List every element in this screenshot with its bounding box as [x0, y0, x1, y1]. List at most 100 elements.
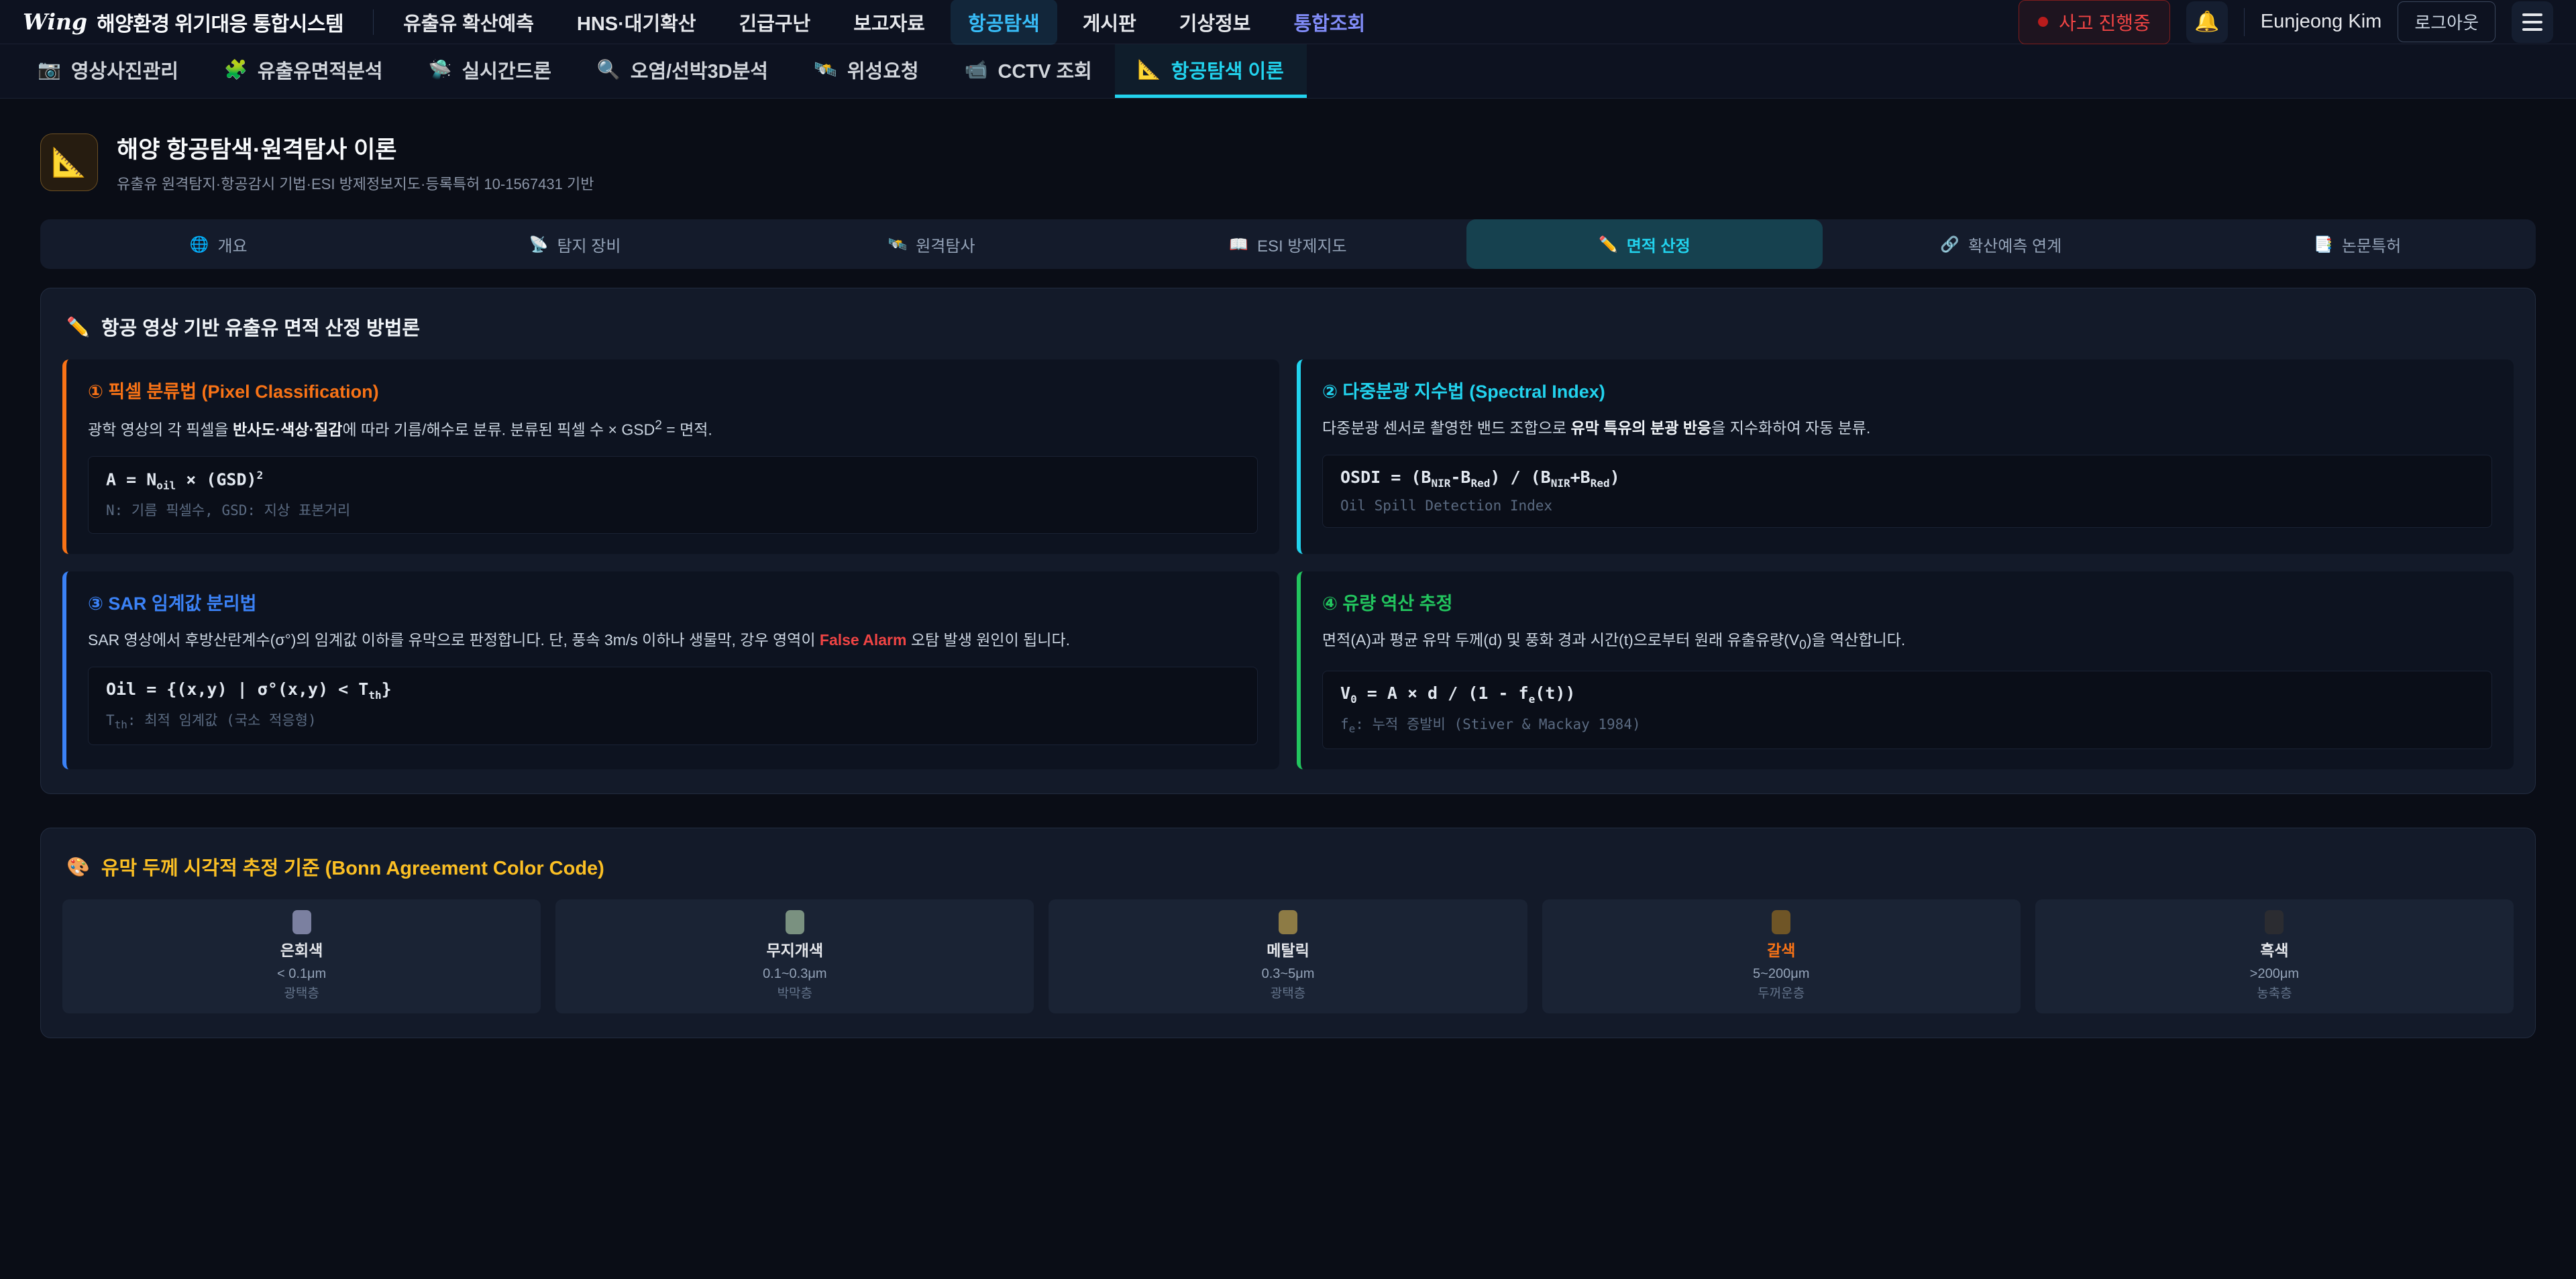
subtab-pollution-ship-3d[interactable]: 🔍 오염/선박3D분석: [574, 44, 791, 98]
swatch-name: 은회색: [70, 941, 533, 961]
formula-note: fe: 누적 증발비 (Stiver & Mackay 1984): [1340, 714, 2474, 735]
app-header: Wing 해양환경 위기대응 통합시스템 유출유 확산예측 HNS·대기확산 긴…: [0, 0, 2576, 44]
subtab-realtime-drone[interactable]: 🛸 실시간드론: [406, 44, 574, 98]
color-swatch: [1279, 910, 1297, 934]
tab-overview[interactable]: 🌐 개요: [40, 219, 396, 269]
method-description: 다중분광 센서로 촬영한 밴드 조합으로 유막 특유의 분광 반응을 지수화하여…: [1322, 416, 2492, 440]
app-title: 해양환경 위기대응 통합시스템: [97, 7, 343, 37]
menu-item-rescue[interactable]: 긴급구난: [722, 0, 828, 45]
swatch-name: 흑색: [2043, 941, 2506, 961]
swatch-name: 갈색: [1550, 941, 2012, 961]
antenna-icon: 📡: [529, 235, 549, 254]
page-title: 해양 항공탐색·원격탐사 이론: [117, 131, 594, 165]
globe-icon: 🌐: [190, 235, 209, 254]
color-swatch: [1772, 910, 1790, 934]
swatch-layer: 광택층: [70, 986, 533, 1003]
incident-status-badge[interactable]: 사고 진행중: [2019, 0, 2170, 44]
magnifier-icon: 🔍: [597, 58, 621, 80]
open-book-icon: 📖: [1229, 235, 1248, 254]
swatch-layer: 박막층: [564, 986, 1026, 1003]
menu-item-aerial-search[interactable]: 항공탐색: [951, 0, 1057, 45]
formula-box: OSDI = (BNIR-BRed) / (BNIR+BRed) Oil Spi…: [1322, 455, 2492, 528]
method-card-volume-inversion: ④ 유량 역산 추정 면적(A)과 평균 유막 두께(d) 및 풍화 경과 시간…: [1297, 571, 2514, 769]
subtab-oil-area-analysis[interactable]: 🧩 유출유면적분석: [201, 44, 406, 98]
satellite-icon: 🛰️: [814, 58, 837, 80]
incident-dot-icon: [2038, 17, 2048, 27]
menu-item-oil-spread[interactable]: 유출유 확산예측: [386, 0, 551, 45]
bonn-swatch-row: 은회색 < 0.1μm 광택층 무지개색 0.1~0.3μm 박막층 메탈릭 0…: [62, 899, 2514, 1013]
swatch-thickness: 5~200μm: [1550, 965, 2012, 983]
notification-button[interactable]: 🔔: [2186, 1, 2228, 43]
tab-esi-map[interactable]: 📖 ESI 방제지도: [1110, 219, 1466, 269]
subtab-aerial-search-theory[interactable]: 📐 항공탐색 이론: [1115, 44, 1307, 98]
bonn-section-header: 🎨 유막 두께 시각적 추정 기준 (Bonn Agreement Color …: [66, 852, 2514, 881]
page-subtitle: 유출유 원격탐지·항공감시 기법·ESI 방제정보지도·등록특허 10-1567…: [117, 172, 594, 194]
page-icon-box: 📐: [40, 133, 98, 191]
subtab-cctv[interactable]: 📹 CCTV 조회: [942, 44, 1115, 98]
hamburger-menu-button[interactable]: [2512, 1, 2553, 43]
formula-box: A = Noil × (GSD)2 N: 기름 픽셀수, GSD: 지상 표본거…: [88, 456, 1258, 534]
method-description: SAR 영상에서 후방산란계수(σ°)의 임계값 이하를 유막으로 판정합니다.…: [88, 628, 1258, 652]
bonn-color-code-section: 🎨 유막 두께 시각적 추정 기준 (Bonn Agreement Color …: [40, 828, 2536, 1038]
main-menu: 유출유 확산예측 HNS·대기확산 긴급구난 보고자료 항공탐색 게시판 기상정…: [386, 0, 1383, 45]
triangle-ruler-icon: 📐: [52, 146, 87, 179]
swatch-card-rainbow: 무지개색 0.1~0.3μm 박막층: [555, 899, 1034, 1013]
header-divider: [373, 9, 374, 35]
logout-button[interactable]: 로그아웃: [2398, 1, 2496, 42]
hamburger-icon: [2522, 13, 2542, 16]
formula-note: Oil Spill Detection Index: [1340, 498, 2474, 514]
swatch-layer: 두꺼운층: [1550, 986, 2012, 1003]
formula: A = Noil × (GSD)2: [106, 469, 1240, 492]
tab-papers-patents[interactable]: 📑 논문특허: [2180, 219, 2536, 269]
method-description: 면적(A)과 평균 유막 두께(d) 및 풍화 경과 시간(t)으로부터 원래 …: [1322, 628, 2492, 655]
swatch-card-metallic: 메탈릭 0.3~5μm 광택층: [1049, 899, 1527, 1013]
main-content: 📐 해양 항공탐색·원격탐사 이론 유출유 원격탐지·항공감시 기법·ESI 방…: [0, 131, 2576, 1038]
formula-box: Oil = {(x,y) | σ°(x,y) < Tth} Tth: 최적 임계…: [88, 667, 1258, 745]
formula: Oil = {(x,y) | σ°(x,y) < Tth}: [106, 679, 1240, 702]
method-description: 광학 영상의 각 픽셀을 반사도·색상·질감에 따라 기름/해수로 분류. 분류…: [88, 416, 1258, 441]
color-swatch: [2265, 910, 2284, 934]
swatch-thickness: 0.1~0.3μm: [564, 965, 1026, 983]
formula-note: N: 기름 픽셀수, GSD: 지상 표본거리: [106, 500, 1240, 520]
menu-item-hns[interactable]: HNS·대기확산: [559, 0, 714, 45]
methods-grid: ① 픽셀 분류법 (Pixel Classification) 광학 영상의 각…: [62, 359, 2514, 769]
menu-item-weather[interactable]: 기상정보: [1162, 0, 1269, 45]
menu-item-reports[interactable]: 보고자료: [836, 0, 943, 45]
subtab-satellite-request[interactable]: 🛰️ 위성요청: [791, 44, 942, 98]
drone-icon: 🛸: [429, 58, 452, 80]
tab-detection-equipment[interactable]: 📡 탐지 장비: [396, 219, 753, 269]
swatch-card-silver-gray: 은회색 < 0.1μm 광택층: [62, 899, 541, 1013]
swatch-thickness: 0.3~5μm: [1057, 965, 1519, 983]
header-divider: [2244, 8, 2245, 36]
menu-item-board[interactable]: 게시판: [1065, 0, 1154, 45]
formula: V0 = A × d / (1 - fe(t)): [1340, 683, 2474, 706]
logo-wing-mark: Wing: [23, 9, 87, 35]
method-card-pixel-classification: ① 픽셀 분류법 (Pixel Classification) 광학 영상의 각…: [62, 359, 1279, 554]
pencil-icon: ✏️: [1599, 235, 1618, 254]
tab-diffusion-link[interactable]: 🔗 확산예측 연계: [1823, 219, 2179, 269]
palette-icon: 🎨: [66, 856, 90, 878]
method-title: ③ SAR 임계값 분리법: [88, 589, 1258, 615]
triangle-ruler-icon: 📐: [1138, 58, 1161, 80]
swatch-name: 메탈릭: [1057, 941, 1519, 961]
formula-note: Tth: 최적 임계값 (국소 적응형): [106, 710, 1240, 731]
video-camera-icon: 📹: [965, 58, 988, 80]
method-card-sar-threshold: ③ SAR 임계값 분리법 SAR 영상에서 후방산란계수(σ°)의 임계값 이…: [62, 571, 1279, 769]
satellite-icon: 🛰️: [888, 235, 908, 254]
page-header: 📐 해양 항공탐색·원격탐사 이론 유출유 원격탐지·항공감시 기법·ESI 방…: [40, 131, 2536, 194]
camera-icon: 📷: [38, 58, 61, 80]
tab-area-estimation[interactable]: ✏️ 면적 산정: [1466, 219, 1823, 269]
subtab-image-photo-management[interactable]: 📷 영상사진관리: [15, 44, 201, 98]
bookmark-tabs-icon: 📑: [2314, 235, 2333, 254]
tab-remote-sensing[interactable]: 🛰️ 원격탐사: [753, 219, 1110, 269]
menu-item-integrated-search[interactable]: 통합조회: [1277, 0, 1383, 45]
method-title: ① 픽셀 분류법 (Pixel Classification): [88, 377, 1258, 403]
link-icon: 🔗: [1940, 235, 1960, 254]
header-right: 사고 진행중 🔔 Eunjeong Kim 로그아웃: [2019, 0, 2553, 44]
swatch-card-brown: 갈색 5~200μm 두꺼운층: [1542, 899, 2021, 1013]
puzzle-icon: 🧩: [224, 58, 248, 80]
color-swatch: [292, 910, 311, 934]
methods-section-header: ✏️ 항공 영상 기반 유출유 면적 산정 방법론: [66, 313, 2514, 341]
bell-icon: 🔔: [2194, 10, 2219, 34]
formula: OSDI = (BNIR-BRed) / (BNIR+BRed): [1340, 467, 2474, 490]
